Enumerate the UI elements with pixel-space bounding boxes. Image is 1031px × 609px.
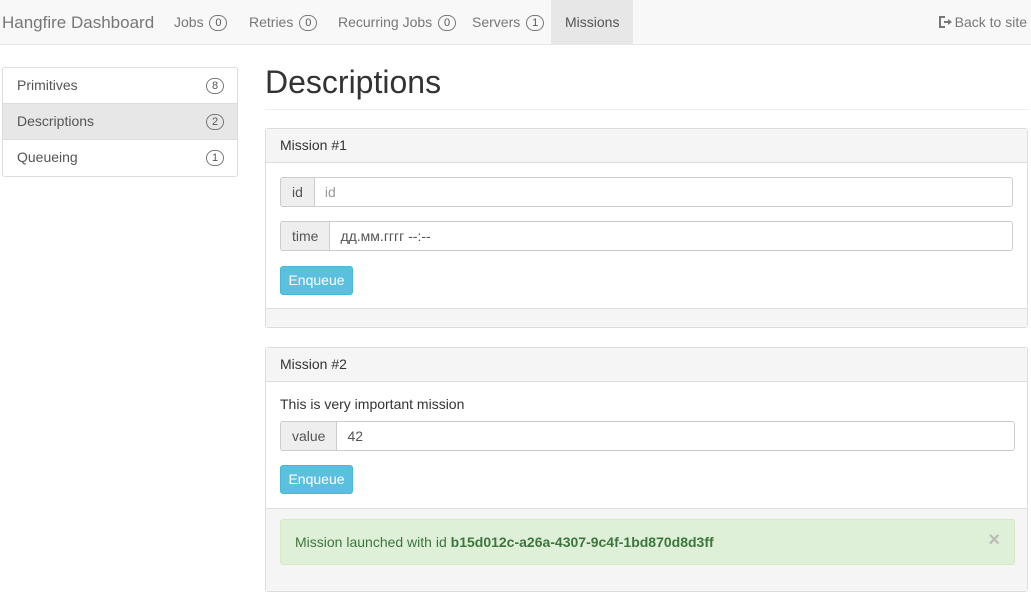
mission-1-panel: Mission #1 id id time дд.мм.гггг --:-- E… <box>265 128 1028 328</box>
sidebar-item-count: 2 <box>206 114 224 130</box>
nav-servers-count: 1 <box>526 15 545 31</box>
time-field-label: time <box>280 221 330 251</box>
sidebar-item-count: 1 <box>206 150 224 166</box>
id-input[interactable]: id <box>313 177 1013 207</box>
sidebar-item-queueing[interactable]: Queueing 1 <box>3 140 237 176</box>
mission-2-panel: Mission #2 This is very important missio… <box>265 347 1028 592</box>
sidebar-item-label: Queueing <box>17 149 78 165</box>
id-field-label: id <box>280 177 314 207</box>
mission-1-id-group: id id <box>280 177 1013 207</box>
sidebar-item-count: 8 <box>206 78 224 94</box>
sidebar-item-label: Primitives <box>17 77 78 93</box>
brand-link[interactable]: Hangfire Dashboard <box>2 13 154 33</box>
mission-1-heading: Mission #1 <box>266 129 1027 163</box>
mission-2-footer: Mission launched with id b15d012c-a26a-4… <box>266 508 1027 591</box>
back-to-site-link[interactable]: Back to site <box>938 0 1027 44</box>
back-to-site-label: Back to site <box>954 14 1027 30</box>
success-alert: Mission launched with id b15d012c-a26a-4… <box>280 519 1015 565</box>
mission-2-heading: Mission #2 <box>266 348 1027 382</box>
value-field-label: value <box>280 421 337 451</box>
mission-1-enqueue-button[interactable]: Enqueue <box>280 266 353 295</box>
nav-jobs[interactable]: Jobs 0 <box>174 0 228 44</box>
sidebar-menu: Primitives 8 Descriptions 2 Queueing 1 <box>2 67 238 177</box>
nav-retries-label: Retries <box>249 14 294 30</box>
alert-job-id: b15d012c-a26a-4307-9c4f-1bd870d8d3ff <box>450 534 714 550</box>
sidebar-item-primitives[interactable]: Primitives 8 <box>3 68 237 104</box>
close-icon[interactable]: × <box>988 520 1000 560</box>
nav-missions-label: Missions <box>565 14 620 30</box>
nav-retries[interactable]: Retries 0 <box>249 0 318 44</box>
top-navbar: Hangfire Dashboard Jobs 0 Retries 0 Recu… <box>0 0 1031 45</box>
mission-2-description: This is very important mission <box>280 396 465 412</box>
nav-servers-label: Servers <box>472 14 521 30</box>
mission-1-time-group: time дд.мм.гггг --:-- <box>280 221 1013 251</box>
page-title: Descriptions <box>265 64 442 100</box>
nav-missions[interactable]: Missions <box>551 0 634 44</box>
log-out-icon <box>938 1 953 28</box>
nav-servers[interactable]: Servers 1 <box>472 0 545 44</box>
nav-jobs-label: Jobs <box>174 14 204 30</box>
alert-message: Mission launched with id <box>295 534 447 550</box>
title-divider <box>265 109 1029 110</box>
value-input[interactable]: 42 <box>336 421 1015 451</box>
sidebar-item-label: Descriptions <box>17 113 95 129</box>
mission-2-enqueue-button[interactable]: Enqueue <box>280 465 353 494</box>
nav-recurring-jobs-count: 0 <box>438 15 457 31</box>
time-input[interactable]: дд.мм.гггг --:-- <box>329 221 1013 251</box>
mission-1-footer <box>266 308 1027 327</box>
nav-recurring-jobs[interactable]: Recurring Jobs 0 <box>338 0 457 44</box>
nav-jobs-count: 0 <box>209 15 228 31</box>
nav-retries-count: 0 <box>299 15 318 31</box>
mission-2-value-group: value 42 <box>280 421 1015 451</box>
sidebar-item-descriptions[interactable]: Descriptions 2 <box>3 104 237 140</box>
nav-recurring-jobs-label: Recurring Jobs <box>338 14 433 30</box>
